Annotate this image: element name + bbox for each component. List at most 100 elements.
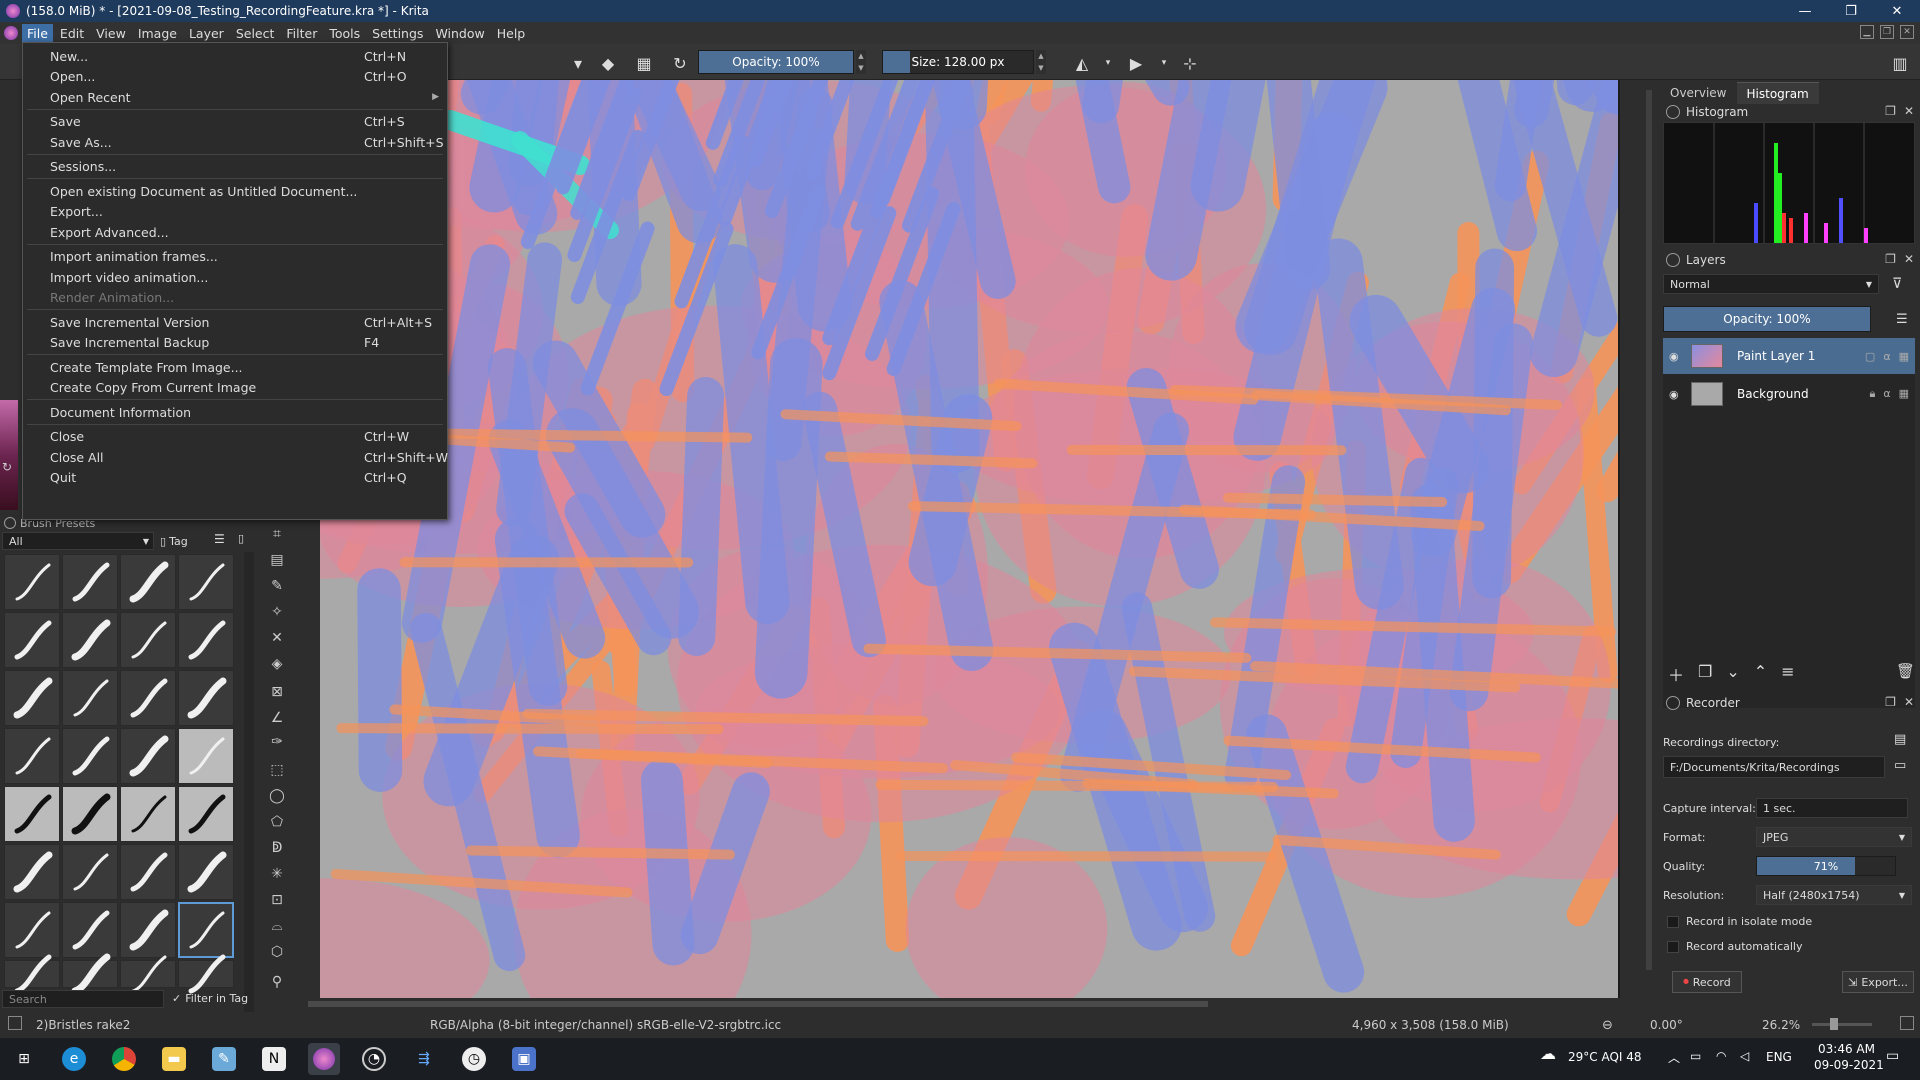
gradient-tool-icon[interactable]: ▤ xyxy=(267,550,287,570)
brush-preset-item[interactable] xyxy=(4,786,60,842)
zoom-slider-handle[interactable] xyxy=(1830,1018,1838,1030)
brush-preset-item[interactable] xyxy=(4,954,60,994)
brush-preset-item[interactable] xyxy=(120,554,176,610)
size-slider[interactable]: Size: 128.00 px xyxy=(882,50,1034,74)
tab-histogram[interactable]: Histogram xyxy=(1736,82,1819,104)
file-menu-item[interactable]: Open Recent ▶ xyxy=(23,86,447,108)
doc-minimize-icon[interactable]: ▁ xyxy=(1860,25,1874,39)
file-menu-item[interactable]: Create Copy From Current Image xyxy=(23,377,447,399)
resolution-select[interactable]: Half (2480x1754) ▼ xyxy=(1756,885,1912,905)
edge-icon[interactable]: e xyxy=(62,1047,86,1071)
inherit-alpha-icon[interactable]: ▦ xyxy=(1899,387,1909,401)
file-explorer-icon[interactable]: ▬ xyxy=(162,1047,186,1071)
alpha-icon[interactable]: α xyxy=(1883,350,1890,363)
file-menu-item[interactable]: Export... xyxy=(23,201,447,223)
list-view-icon[interactable]: ☰ xyxy=(214,532,225,546)
notepad-icon[interactable]: ✎ xyxy=(212,1047,236,1071)
storage-icon[interactable]: ▯ xyxy=(238,532,244,545)
mirror-horizontal-icon[interactable]: ◭ xyxy=(1072,53,1092,73)
minimize-button[interactable]: — xyxy=(1782,0,1828,22)
close-icon[interactable]: ✕ xyxy=(1904,104,1914,118)
crop-tool-icon[interactable]: ⌗ xyxy=(267,524,287,544)
close-icon[interactable]: ✕ xyxy=(1904,695,1914,709)
refresh-icon[interactable]: ↻ xyxy=(2,460,12,474)
brush-preset-item[interactable] xyxy=(178,844,234,900)
maximize-button[interactable]: ❐ xyxy=(1828,0,1874,22)
file-menu-item[interactable]: Quit Ctrl+Q xyxy=(23,467,447,489)
mirror-v-dropdown-icon[interactable]: ▾ xyxy=(1154,53,1174,73)
language-indicator[interactable]: ENG xyxy=(1766,1050,1792,1064)
rotation-icon[interactable]: ⊖ xyxy=(1602,1018,1613,1033)
layer-menu-icon[interactable]: ☰ xyxy=(1896,312,1908,327)
tag-button[interactable]: ▯ Tag xyxy=(160,532,188,550)
eye-icon[interactable]: ◉ xyxy=(1669,350,1685,363)
record-auto-checkbox[interactable] xyxy=(1667,941,1679,953)
krita-taskbar-icon[interactable] xyxy=(308,1043,340,1075)
brush-preset-item[interactable] xyxy=(178,612,234,668)
doc-close-icon[interactable]: ✕ xyxy=(1900,25,1914,39)
weather-icon[interactable]: ☁ xyxy=(1540,1044,1556,1063)
menu-tools[interactable]: Tools xyxy=(324,24,365,43)
menu-image[interactable]: Image xyxy=(133,24,182,43)
float-icon[interactable]: ❐ xyxy=(1885,695,1896,709)
brush-preset-item[interactable] xyxy=(4,728,60,784)
fill-tool-icon[interactable]: ◈ xyxy=(267,654,287,674)
selection-display-icon[interactable] xyxy=(8,1016,22,1030)
recordings-dir-field[interactable]: F:/Documents/Krita/Recordings xyxy=(1663,756,1885,778)
brush-preset-item[interactable] xyxy=(62,786,118,842)
teams-icon[interactable]: ⇶ xyxy=(412,1047,436,1071)
brush-preset-item[interactable] xyxy=(62,953,118,995)
format-select[interactable]: JPEG ▼ xyxy=(1756,827,1912,847)
canvas-vertical-scrollbar[interactable] xyxy=(1640,80,1658,998)
duplicate-layer-icon[interactable]: ❐ xyxy=(1698,662,1712,686)
freehand-select-icon[interactable]: ↁ xyxy=(267,838,287,858)
magic-wand-icon[interactable]: ✳ xyxy=(267,864,287,884)
isolate-mode-checkbox[interactable] xyxy=(1667,916,1679,928)
open-folder-icon[interactable]: ▤ xyxy=(1894,732,1906,747)
brush-scrollbar[interactable] xyxy=(244,552,254,1062)
eye-icon[interactable]: ◉ xyxy=(1669,388,1685,401)
tray-expand-icon[interactable]: ︿ xyxy=(1668,1049,1680,1066)
mirror-h-dropdown-icon[interactable]: ▾ xyxy=(1098,53,1118,73)
canvas-horizontal-scrollbar[interactable] xyxy=(298,998,1638,1010)
chrome-icon[interactable] xyxy=(112,1047,136,1071)
alpha-lock-icon[interactable]: ▦ xyxy=(634,53,654,73)
float-icon[interactable]: ❐ xyxy=(1885,252,1896,266)
smart-patch-icon[interactable]: ✧ xyxy=(267,602,287,622)
file-menu-item[interactable]: Save Incremental Version Ctrl+Alt+S xyxy=(23,311,447,333)
clock-date[interactable]: 09-09-2021 xyxy=(1814,1058,1884,1072)
clock-time[interactable]: 03:46 AM xyxy=(1818,1042,1875,1056)
polygon-select-icon[interactable]: ⬠ xyxy=(267,812,287,832)
menu-layer[interactable]: Layer xyxy=(184,24,229,43)
brush-preset-item[interactable] xyxy=(120,728,176,784)
float-icon[interactable]: ❐ xyxy=(1885,104,1896,118)
clock-app-icon[interactable]: ◷ xyxy=(462,1047,486,1071)
assistant-tool-icon[interactable]: ✕ xyxy=(267,628,287,648)
color-swatch-strip[interactable] xyxy=(0,400,18,510)
lock-icon[interactable]: ▢ xyxy=(1865,350,1875,363)
capture-interval-spinbox[interactable]: 1 sec. xyxy=(1756,798,1908,818)
workspace-icon[interactable]: ▥ xyxy=(1890,53,1910,73)
rect-select-icon[interactable]: ⬚ xyxy=(267,760,287,780)
menu-help[interactable]: Help xyxy=(492,24,531,43)
brush-preset-item[interactable] xyxy=(62,612,118,668)
brush-search-input[interactable]: Search xyxy=(2,990,164,1008)
brush-preset-item[interactable] xyxy=(178,554,234,610)
brush-preset-item[interactable] xyxy=(120,612,176,668)
obs-icon[interactable]: ◔ xyxy=(362,1047,386,1071)
krita-menu-icon[interactable] xyxy=(4,26,18,40)
brush-preset-item[interactable] xyxy=(4,844,60,900)
brush-preset-item[interactable] xyxy=(120,955,176,993)
reset-icon[interactable]: ↻ xyxy=(670,53,690,73)
ellipse-select-icon[interactable]: ◯ xyxy=(267,786,287,806)
file-menu-item[interactable]: Export Advanced... xyxy=(23,221,447,243)
color-picker-icon[interactable]: ✎ xyxy=(267,576,287,596)
file-menu-item[interactable]: Open... Ctrl+O xyxy=(23,66,447,88)
file-menu-item[interactable]: Close All Ctrl+Shift+W xyxy=(23,446,448,468)
brush-preset-item[interactable] xyxy=(178,786,234,842)
wrap-around-icon[interactable]: ⊹ xyxy=(1180,53,1200,73)
file-menu-item[interactable]: Import video animation... xyxy=(23,266,447,288)
file-menu-item[interactable]: Save Ctrl+S xyxy=(23,111,447,133)
brush-preset-item[interactable] xyxy=(178,954,234,994)
wifi-icon[interactable]: ◠ xyxy=(1716,1049,1726,1063)
